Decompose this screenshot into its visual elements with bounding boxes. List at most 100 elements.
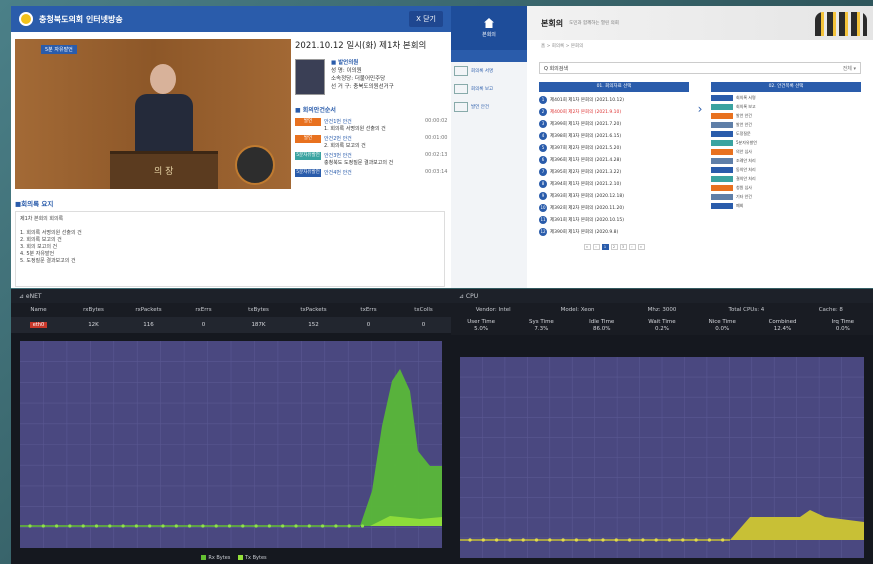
agenda-row[interactable]: 결의안 처리	[711, 176, 861, 182]
cpu-info-cell: Total CPUs: 4	[728, 307, 765, 313]
session-row[interactable]: 4 제398회 제3차 본회의 (2021.6.15)	[539, 132, 689, 140]
close-button[interactable]: X 닫기	[409, 11, 443, 27]
data-point	[201, 524, 205, 528]
session-label: 제391회 제1차 본회의 (2020.10.15)	[550, 218, 624, 223]
agenda-item[interactable]: 5분자유발언 안건3번 안건 충청북도 도정질문 결과보고의 건 00:02:13	[295, 152, 447, 166]
banner-illustration	[815, 12, 867, 36]
table-cell: 0	[421, 322, 426, 328]
data-point	[654, 538, 658, 542]
agenda-row[interactable]: 동의안 처리	[711, 167, 861, 173]
agenda-row[interactable]: 기타 안건	[711, 194, 861, 200]
legend-swatch-rx	[201, 555, 207, 560]
session-row[interactable]: 6 제396회 제1차 본회의 (2021.4.28)	[539, 156, 689, 164]
session-row[interactable]: 3 제399회 제1차 본회의 (2021.7.20)	[539, 120, 689, 128]
agenda-row[interactable]: 도정질문	[711, 131, 861, 137]
data-point	[334, 524, 338, 528]
session-label: 제398회 제3차 본회의 (2021.6.15)	[550, 134, 622, 139]
session-row[interactable]: 9 제393회 제3차 본회의 (2020.12.18)	[539, 192, 689, 200]
agenda-row-label: 청원 심사	[736, 185, 752, 190]
data-point	[321, 524, 325, 528]
agenda-row[interactable]: 발언 안건	[711, 122, 861, 128]
agenda-row[interactable]: 청원 심사	[711, 185, 861, 191]
session-row[interactable]: 5 제397회 제2차 본회의 (2021.5.20)	[539, 144, 689, 152]
agenda-desc: 충청북도 도정질문 결과보고의 건	[324, 160, 394, 166]
search-input[interactable]: Q 회의검색	[544, 65, 568, 72]
sidebar-item[interactable]: 회의록 서명	[451, 62, 527, 80]
session-label: 제395회 제2차 본회의 (2021.3.22)	[550, 170, 622, 175]
cpu-stat-value: 86.0%	[592, 326, 611, 332]
cpu-stat-value: 0.2%	[654, 326, 669, 332]
agenda-row-label: 발언 안건	[736, 113, 752, 118]
cpu-info-cell: Mhz: 3000	[647, 307, 677, 313]
session-row[interactable]: 7 제395회 제2차 본회의 (2021.3.22)	[539, 168, 689, 176]
cpu-stat-value: 0.0%	[835, 326, 850, 332]
session-number: 11	[539, 216, 547, 224]
selection-columns: 01. 회의자료 선택 1 제401회 제1차 본회의 (2021.10.12) 2…	[539, 82, 861, 250]
assembly-sidebar: 본회의 회의록 서명 회의록 보고 발언 안건	[451, 6, 527, 288]
agenda-item[interactable]: 발언 안건2번 안건 2. 회의록 보고의 건 00:01:00	[295, 135, 447, 149]
portal-header: 충청북도의회 인터넷방송 X 닫기	[11, 6, 451, 32]
minutes-summary: ■회의록 요지 제1차 본회의 회의록 1. 회의록 서명의원 선출의 건 2.…	[15, 198, 445, 287]
agenda-time: 00:03:14	[425, 169, 448, 175]
agenda-row-label: 폐회	[736, 203, 744, 208]
sidebar-item[interactable]: 발언 안건	[451, 98, 527, 116]
agenda-item[interactable]: 발언 안건1번 안건 1. 회의록 서명의원 선출의 건 00:00:02	[295, 118, 447, 132]
session-row[interactable]: 10 제392회 제2차 본회의 (2020.11.20)	[539, 204, 689, 212]
agenda-row-badge	[711, 113, 733, 119]
cpu-stat: Wait Time 0.2%	[632, 319, 692, 333]
session-number: 8	[539, 180, 547, 188]
page-button[interactable]: 1	[601, 244, 609, 250]
podium-text: 의 장	[154, 167, 174, 177]
session-row[interactable]: 12 제390회 제1차 본회의 (2020.9.8)	[539, 228, 689, 236]
sidebar-home[interactable]: 본회의	[451, 6, 527, 50]
speaker-meta: ■ 발언의원 성 명: 이의원 소속정당: 더불어민주당 선 거 구: 충북도의…	[331, 59, 394, 95]
cpu-stat-label: Nice Time	[708, 319, 736, 325]
page-button[interactable]: «	[583, 244, 591, 250]
site-name: 충청북도의회 인터넷방송	[39, 14, 123, 24]
summary-line: 3. 회의 보고의 건	[20, 244, 58, 250]
cpu-stat-value: 12.4%	[773, 326, 792, 332]
video-player[interactable]: 5분 자유발언 의 장	[15, 39, 291, 189]
data-point	[108, 524, 112, 528]
page-button[interactable]: ‹	[592, 244, 600, 250]
agenda-row-badge	[711, 158, 733, 164]
agenda-title-text: 안건4번 안건	[324, 170, 352, 176]
agenda-row[interactable]: 발언 안건	[711, 113, 861, 119]
search-filter-select[interactable]: 전체 ▾	[843, 65, 856, 72]
agenda-row[interactable]: 조례안 처리	[711, 158, 861, 164]
breadcrumb: 홈 > 회의록 > 본회의	[541, 44, 584, 49]
page-button[interactable]: 2	[610, 244, 618, 250]
data-point	[41, 524, 45, 528]
agenda-row[interactable]: 5분자유발언	[711, 140, 861, 146]
document-icon	[454, 102, 468, 112]
cpu-stat: Combined 12.4%	[752, 319, 812, 333]
cpu-chart-svg	[460, 357, 864, 558]
sidebar-item[interactable]: 회의록 보고	[451, 80, 527, 98]
agenda-row[interactable]: 의안 심사	[711, 149, 861, 155]
page-button[interactable]: ›	[628, 244, 636, 250]
data-point	[561, 538, 565, 542]
data-point	[614, 538, 618, 542]
data-point	[121, 524, 125, 528]
agenda-row[interactable]: 폐회	[711, 203, 861, 209]
session-number: 9	[539, 192, 547, 200]
assembly-banner: 본회의 도민과 함께하는 열린 의회	[527, 6, 873, 40]
session-row[interactable]: 11 제391회 제1차 본회의 (2020.10.15)	[539, 216, 689, 224]
session-row[interactable]: 2 제400회 제2차 본회의 (2021.9.10)	[539, 108, 689, 116]
agenda-row[interactable]: 회의록 서명	[711, 95, 861, 101]
agenda-row[interactable]: 회의록 보고	[711, 104, 861, 110]
chevron-right-icon: ›	[697, 102, 703, 116]
agenda-badge: 5분자유발언	[295, 152, 321, 160]
network-table-row[interactable]: eth0 12K 116 0 187K 152 0 0	[11, 317, 451, 333]
page-button[interactable]: »	[637, 244, 645, 250]
agenda-row-badge	[711, 203, 733, 209]
cpu-stat-value: 7.3%	[534, 326, 549, 332]
session-row[interactable]: 1 제401회 제1차 본회의 (2021.10.12)	[539, 96, 689, 104]
session-row[interactable]: 8 제394회 제1차 본회의 (2021.2.10)	[539, 180, 689, 188]
cpu-stat: Idle Time 86.0%	[572, 319, 632, 333]
agenda-row-badge	[711, 95, 733, 101]
search-bar[interactable]: Q 회의검색 전체 ▾	[539, 62, 861, 74]
agenda-item[interactable]: 5분자유발언 안건4번 안건 00:03:14	[295, 169, 447, 177]
cpu-table-header: User Time 5.0% Sys Time 7.3% Idle Time 86.0% W…	[451, 317, 873, 335]
page-button[interactable]: 3	[619, 244, 627, 250]
